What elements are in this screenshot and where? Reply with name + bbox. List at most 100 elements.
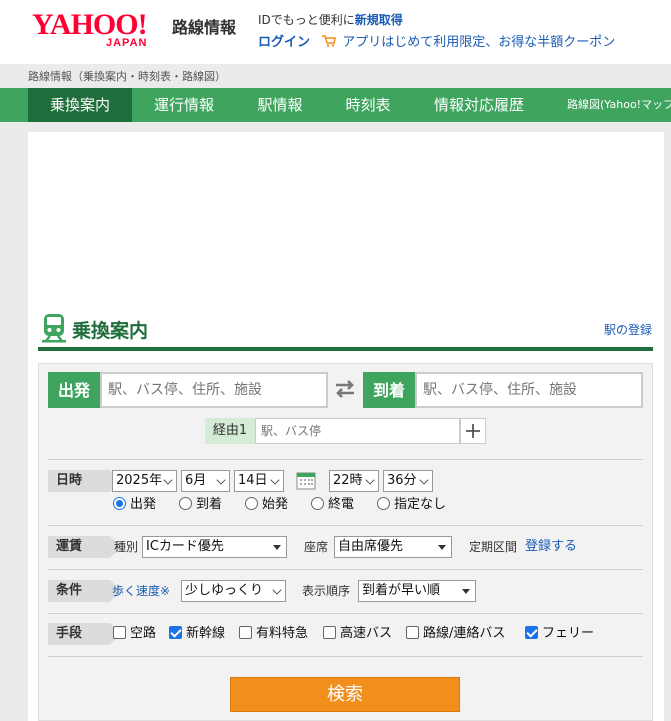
checkbox-box (406, 626, 419, 639)
train-icon (42, 314, 66, 343)
checkbox-box (239, 626, 252, 639)
radio-departure[interactable]: 出発 (113, 496, 156, 514)
means-label: 手段 (48, 623, 121, 645)
yahoo-japan-logo[interactable]: YAHOO! JAPAN (32, 10, 172, 50)
fare-type-value: ICカード優先 (146, 539, 224, 554)
row-divider (48, 656, 643, 657)
checkbox-label: 空路 (130, 626, 157, 641)
tab-service-status[interactable]: 運行情報 (136, 88, 232, 122)
checkbox-label: 高速バス (340, 626, 393, 641)
radio-dot (245, 497, 258, 510)
order-label: 表示順序 (302, 584, 351, 598)
plus-icon (466, 424, 480, 438)
row-divider (48, 569, 643, 570)
radio-label: 到着 (196, 497, 223, 512)
row-divider (48, 459, 643, 460)
row-divider (48, 613, 643, 614)
checkbox-label: 新幹線 (186, 626, 226, 641)
departure-label: 出発 (48, 372, 100, 408)
fare-type-select[interactable]: ICカード優先 (142, 536, 287, 558)
radio-dot (311, 497, 324, 510)
site-header: YAHOO! JAPAN 路線情報 IDでもっと便利に新規取得 ログイン アプリ… (0, 0, 671, 64)
via-input[interactable] (255, 418, 460, 444)
arrival-label: 到着 (363, 372, 415, 408)
order-select[interactable]: 到着が早い順 (358, 580, 476, 602)
checkbox-airline[interactable]: 空路 (113, 625, 156, 643)
station-register-link[interactable]: 駅の登録 (604, 321, 652, 338)
hour-select[interactable]: 22時 (329, 470, 379, 492)
login-row: ログイン アプリはじめて利用限定、お得な半額クーポン (258, 31, 615, 50)
checkbox-label: フェリー (542, 626, 595, 641)
tab-route-map[interactable]: 路線図(Yahoo!マップ (567, 88, 671, 122)
radio-label: 指定なし (394, 497, 447, 512)
breadcrumb[interactable]: 路線情報（乗換案内・時刻表・路線図） (28, 68, 226, 84)
logo-text: YAHOO! (32, 8, 148, 41)
month-select[interactable]: 6月 (181, 470, 230, 492)
page-title: 乗換案内 (72, 320, 149, 342)
checkbox-box (169, 626, 182, 639)
search-button[interactable]: 検索 (230, 677, 460, 712)
fare-type-label: 種別 (114, 540, 139, 554)
walk-speed-select[interactable]: 少しゆっくり (181, 580, 286, 602)
walk-speed-value: 少しゆっくり (185, 583, 264, 598)
commuter-register-link[interactable]: 登録する (525, 536, 577, 558)
checkbox-route-bus[interactable]: 路線/連絡バス (406, 625, 505, 643)
id-promo: IDでもっと便利に新規取得 (258, 11, 403, 28)
hour-value: 22時 (333, 473, 363, 488)
radio-label: 出発 (130, 497, 157, 512)
title-divider (38, 347, 653, 351)
year-select[interactable]: 2025年 (112, 470, 177, 492)
add-via-button[interactable] (460, 418, 486, 444)
arrival-input[interactable] (415, 372, 643, 408)
login-link[interactable]: ログイン (258, 35, 310, 50)
service-name[interactable]: 路線情報 (172, 14, 236, 38)
radio-arrival[interactable]: 到着 (179, 496, 222, 514)
checkbox-limited-express[interactable]: 有料特急 (239, 625, 308, 643)
year-value: 2025年 (116, 473, 163, 488)
seat-select[interactable]: 自由席優先 (334, 536, 452, 558)
shopping-cart-icon (322, 35, 337, 47)
conditions-label: 条件 (48, 580, 121, 602)
tab-info-history[interactable]: 情報対応履歴 (416, 88, 542, 122)
id-promo-text: IDでもっと便利に (258, 13, 355, 27)
radio-label: 始発 (262, 497, 289, 512)
checkbox-label: 路線/連絡バス (423, 626, 506, 641)
radio-dot (377, 497, 390, 510)
tab-transfer[interactable]: 乗換案内 (28, 88, 132, 122)
fare-label: 運賃 (48, 536, 121, 558)
radio-last-train[interactable]: 終電 (311, 496, 354, 514)
radio-label: 終電 (328, 497, 355, 512)
calendar-icon[interactable] (296, 470, 316, 490)
commuter-label: 定期区間 (469, 540, 518, 554)
checkbox-ferry[interactable]: フェリー (525, 625, 594, 643)
checkbox-box (113, 626, 126, 639)
logo-subtext: JAPAN (106, 37, 148, 49)
checkbox-box (525, 626, 538, 639)
checkbox-label: 有料特急 (256, 626, 309, 641)
radio-dot (179, 497, 192, 510)
datetime-label: 日時 (48, 470, 121, 492)
day-value: 14日 (238, 473, 268, 488)
minute-select[interactable]: 36分 (383, 470, 433, 492)
tab-station-info[interactable]: 駅情報 (240, 88, 320, 122)
signup-link[interactable]: 新規取得 (355, 13, 403, 27)
order-value: 到着が早い順 (362, 583, 441, 598)
walk-speed-link[interactable]: 歩く速度※ (112, 580, 170, 602)
minute-value: 36分 (387, 473, 417, 488)
month-value: 6月 (185, 473, 207, 488)
via-label: 経由1 (205, 418, 255, 444)
day-select[interactable]: 14日 (234, 470, 284, 492)
radio-dot (113, 497, 126, 510)
departure-input[interactable] (100, 372, 328, 408)
checkbox-highway-bus[interactable]: 高速バス (323, 625, 392, 643)
radio-first-train[interactable]: 始発 (245, 496, 288, 514)
row-divider (48, 525, 643, 526)
tab-timetable[interactable]: 時刻表 (328, 88, 408, 122)
swap-icon[interactable] (333, 377, 357, 401)
radio-no-time[interactable]: 指定なし (377, 496, 446, 514)
checkbox-shinkansen[interactable]: 新幹線 (169, 625, 225, 643)
seat-label: 座席 (304, 540, 329, 554)
checkbox-box (323, 626, 336, 639)
app-coupon-link[interactable]: アプリはじめて利用限定、お得な半額クーポン (342, 35, 615, 50)
seat-value: 自由席優先 (338, 539, 404, 554)
